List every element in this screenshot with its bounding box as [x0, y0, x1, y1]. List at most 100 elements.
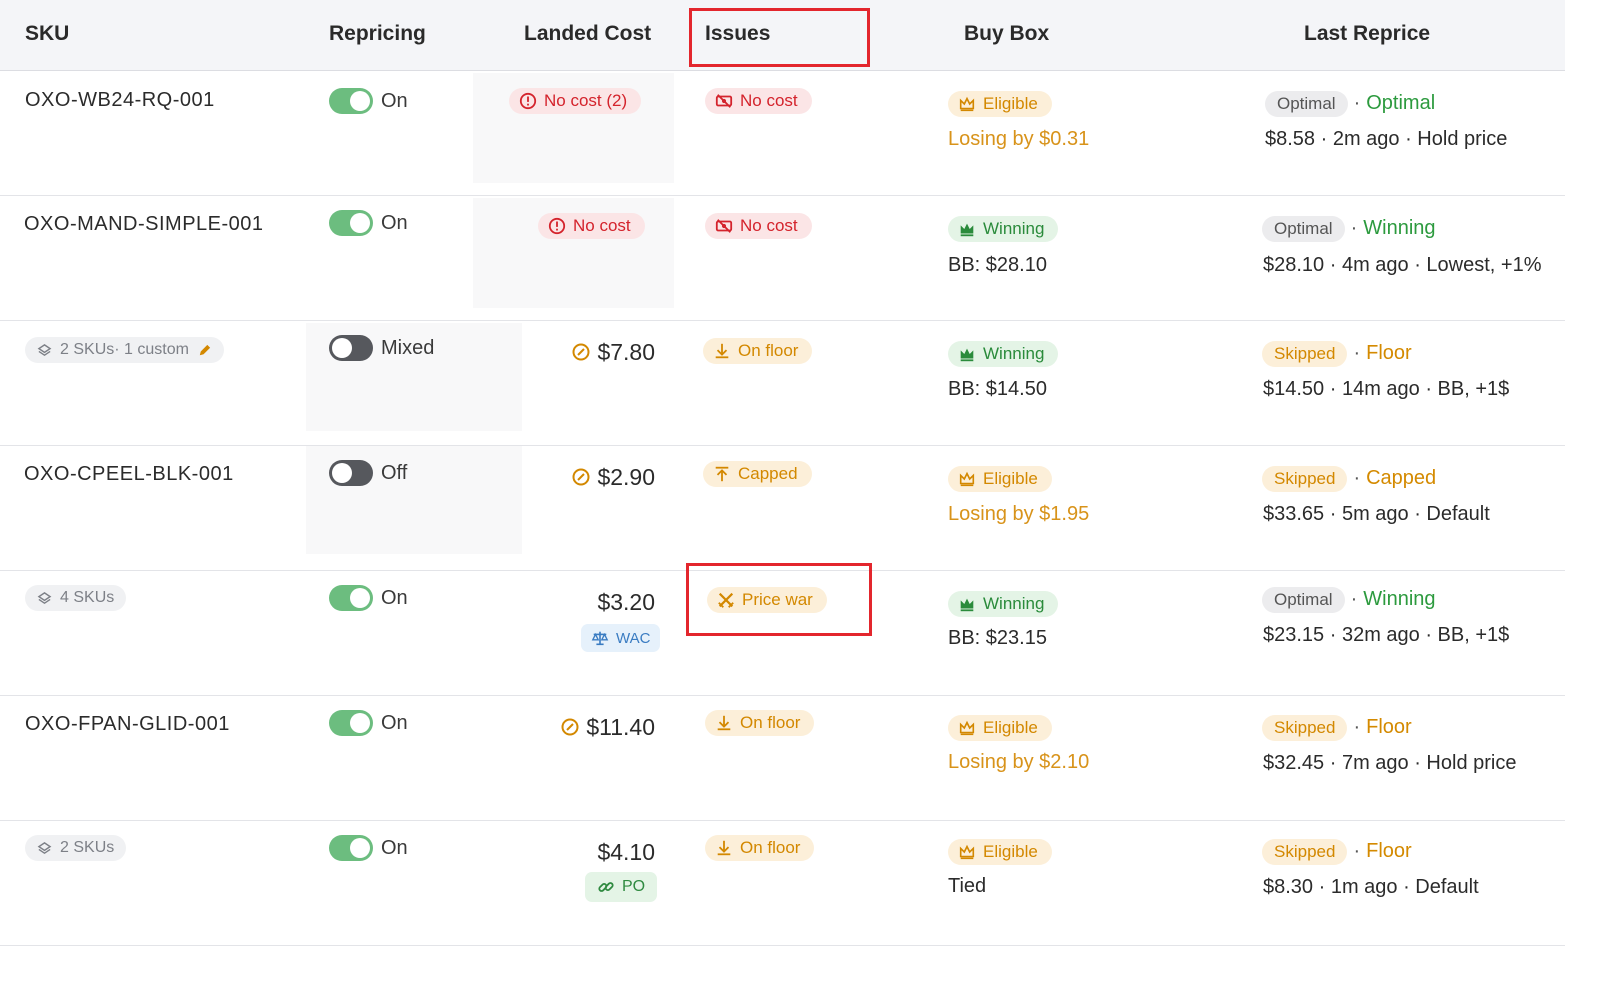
sku-group-pill[interactable]: 2 SKUs· 1 custom	[25, 337, 224, 363]
reprice-detail: $23.15 · 32m ago · BB, +1$	[1263, 624, 1510, 646]
buy-box-status: Winning	[983, 344, 1045, 363]
cost-source-text: PO	[622, 878, 646, 895]
issues-header-highlight	[689, 8, 870, 67]
reprice-result: Floor	[1366, 342, 1412, 364]
reprice-detail: $8.30 · 1m ago · Default	[1263, 876, 1479, 898]
reprice-status-badge: Skipped	[1262, 466, 1348, 492]
buy-box-status: Winning	[983, 594, 1045, 613]
issue-text: No cost	[740, 91, 798, 110]
repricing-state: On	[381, 836, 408, 859]
buy-box-badge: Winning	[948, 216, 1059, 242]
repricing-toggle[interactable]: On	[329, 835, 408, 861]
landed-cost[interactable]: $2.90	[540, 464, 655, 491]
sku-group-pill[interactable]: 4 SKUs	[25, 585, 127, 611]
sku-label[interactable]: OXO-CPEEL-BLK-001	[24, 463, 234, 486]
issue-text: On floor	[740, 838, 801, 857]
sku-label[interactable]: OXO-MAND-SIMPLE-001	[24, 213, 264, 236]
landed-cost-value: $2.90	[597, 464, 655, 490]
reprice-detail: $33.65 · 5m ago · Default	[1263, 503, 1490, 525]
crown-icon	[959, 720, 975, 736]
crown-icon	[960, 348, 974, 362]
layers-icon	[37, 343, 52, 356]
issue-text: On floor	[740, 713, 801, 732]
col-header-last-reprice[interactable]: Last Reprice	[1304, 22, 1430, 46]
issue-badge[interactable]: Capped	[703, 461, 812, 487]
repricing-state: Off	[381, 461, 408, 484]
reprice-status: Optimal · Winning	[1262, 216, 1436, 242]
buy-box-detail: BB: $14.50	[948, 378, 1047, 400]
landed-cost[interactable]: $11.40	[540, 714, 655, 741]
landed-cost[interactable]: $7.80	[540, 339, 655, 366]
reprice-result: Winning	[1363, 588, 1436, 610]
separator-dot: ·	[1353, 467, 1361, 489]
reprice-detail: $8.58 · 2m ago · Hold price	[1265, 128, 1508, 150]
issue-badge[interactable]: No cost	[705, 88, 812, 114]
scale-icon	[591, 631, 609, 646]
repricing-toggle[interactable]: On	[329, 88, 408, 114]
table-row[interactable]: OXO-MAND-SIMPLE-001 On No cost No cost W…	[0, 196, 1565, 321]
buy-box-status: Eligible	[983, 718, 1038, 737]
buy-box-detail: Tied	[948, 875, 987, 897]
repricing-state: On	[381, 211, 408, 234]
price-war-highlight	[686, 563, 872, 636]
alert-circle-icon	[548, 217, 566, 235]
table-row[interactable]: OXO-FPAN-GLID-001 On $11.40 On floor Eli…	[0, 696, 1565, 821]
reprice-result: Floor	[1366, 716, 1412, 738]
issue-badge[interactable]: On floor	[703, 338, 813, 364]
col-header-repricing[interactable]: Repricing	[329, 22, 426, 46]
wac-tag: WAC	[581, 624, 661, 652]
reprice-detail: $32.45 · 7m ago · Hold price	[1263, 752, 1517, 774]
buy-box-detail: BB: $23.15	[948, 627, 1047, 649]
no-cost-badge[interactable]: No cost (2)	[509, 88, 642, 114]
repricing-toggle[interactable]: Off	[329, 460, 407, 486]
reprice-status-badge: Skipped	[1262, 715, 1348, 741]
reprice-status-badge: Optimal	[1262, 216, 1345, 242]
repricing-toggle[interactable]: On	[329, 710, 408, 736]
reprice-result: Capped	[1366, 467, 1437, 489]
link-icon	[598, 882, 614, 892]
col-header-buy-box[interactable]: Buy Box	[964, 22, 1049, 46]
no-cost-text: No cost (2)	[544, 91, 628, 110]
arrow-down-to-line-icon	[717, 840, 731, 856]
col-header-landed-cost[interactable]: Landed Cost	[524, 22, 651, 46]
table-row[interactable]: 2 SKUs· 1 custom Mixed $7.80 On floor Wi…	[0, 321, 1565, 446]
buy-box-status: Eligible	[983, 842, 1038, 861]
crown-icon	[959, 96, 975, 112]
buy-box-badge: Winning	[948, 341, 1059, 367]
buy-box-badge: Eligible	[948, 466, 1052, 492]
no-cost-badge[interactable]: No cost	[538, 213, 645, 239]
reprice-status-badge: Optimal	[1265, 91, 1348, 117]
separator-dot: ·	[1353, 92, 1361, 114]
repricing-toggle[interactable]: On	[329, 585, 408, 611]
sku-label[interactable]: OXO-FPAN-GLID-001	[25, 713, 230, 736]
sku-group-pill[interactable]: 2 SKUs	[25, 835, 127, 861]
buy-box-status: Winning	[983, 219, 1045, 238]
table-row[interactable]: 2 SKUs On $4.10 PO On floor Eligible Tie…	[0, 821, 1565, 946]
buy-box-badge: Eligible	[948, 715, 1052, 741]
table-row[interactable]: OXO-CPEEL-BLK-001 Off $2.90 Capped Eligi…	[0, 446, 1565, 571]
issue-badge[interactable]: On floor	[705, 710, 815, 736]
col-header-sku[interactable]: SKU	[25, 22, 69, 46]
sku-label[interactable]: OXO-WB24-RQ-001	[25, 89, 215, 112]
no-cost-text: No cost	[573, 216, 631, 235]
repricing-toggle[interactable]: On	[329, 210, 408, 236]
table-row[interactable]: OXO-WB24-RQ-001 On No cost (2) No cost E…	[0, 71, 1565, 196]
reprice-status: Skipped · Floor	[1262, 341, 1412, 367]
issue-badge[interactable]: No cost	[705, 213, 812, 239]
buy-box-badge: Eligible	[948, 839, 1052, 865]
buy-box-detail: Losing by $0.31	[948, 128, 1090, 150]
issue-badge[interactable]: On floor	[705, 835, 815, 861]
po-tag: PO	[585, 872, 658, 902]
landed-cost-value[interactable]: $4.10	[540, 839, 655, 866]
repricing-state: Mixed	[381, 336, 435, 359]
repricing-state: On	[381, 711, 408, 734]
repricing-state: On	[381, 586, 408, 609]
reprice-status-badge: Skipped	[1262, 341, 1348, 367]
separator-dot: ·	[1350, 588, 1358, 610]
repricing-toggle[interactable]: Mixed	[329, 335, 434, 361]
landed-cost-value[interactable]: $3.20	[540, 589, 655, 616]
reprice-detail: $14.50 · 14m ago · BB, +1$	[1263, 378, 1510, 400]
buy-box-detail: BB: $28.10	[948, 254, 1047, 276]
reprice-result: Floor	[1366, 840, 1412, 862]
crown-icon	[959, 471, 975, 487]
